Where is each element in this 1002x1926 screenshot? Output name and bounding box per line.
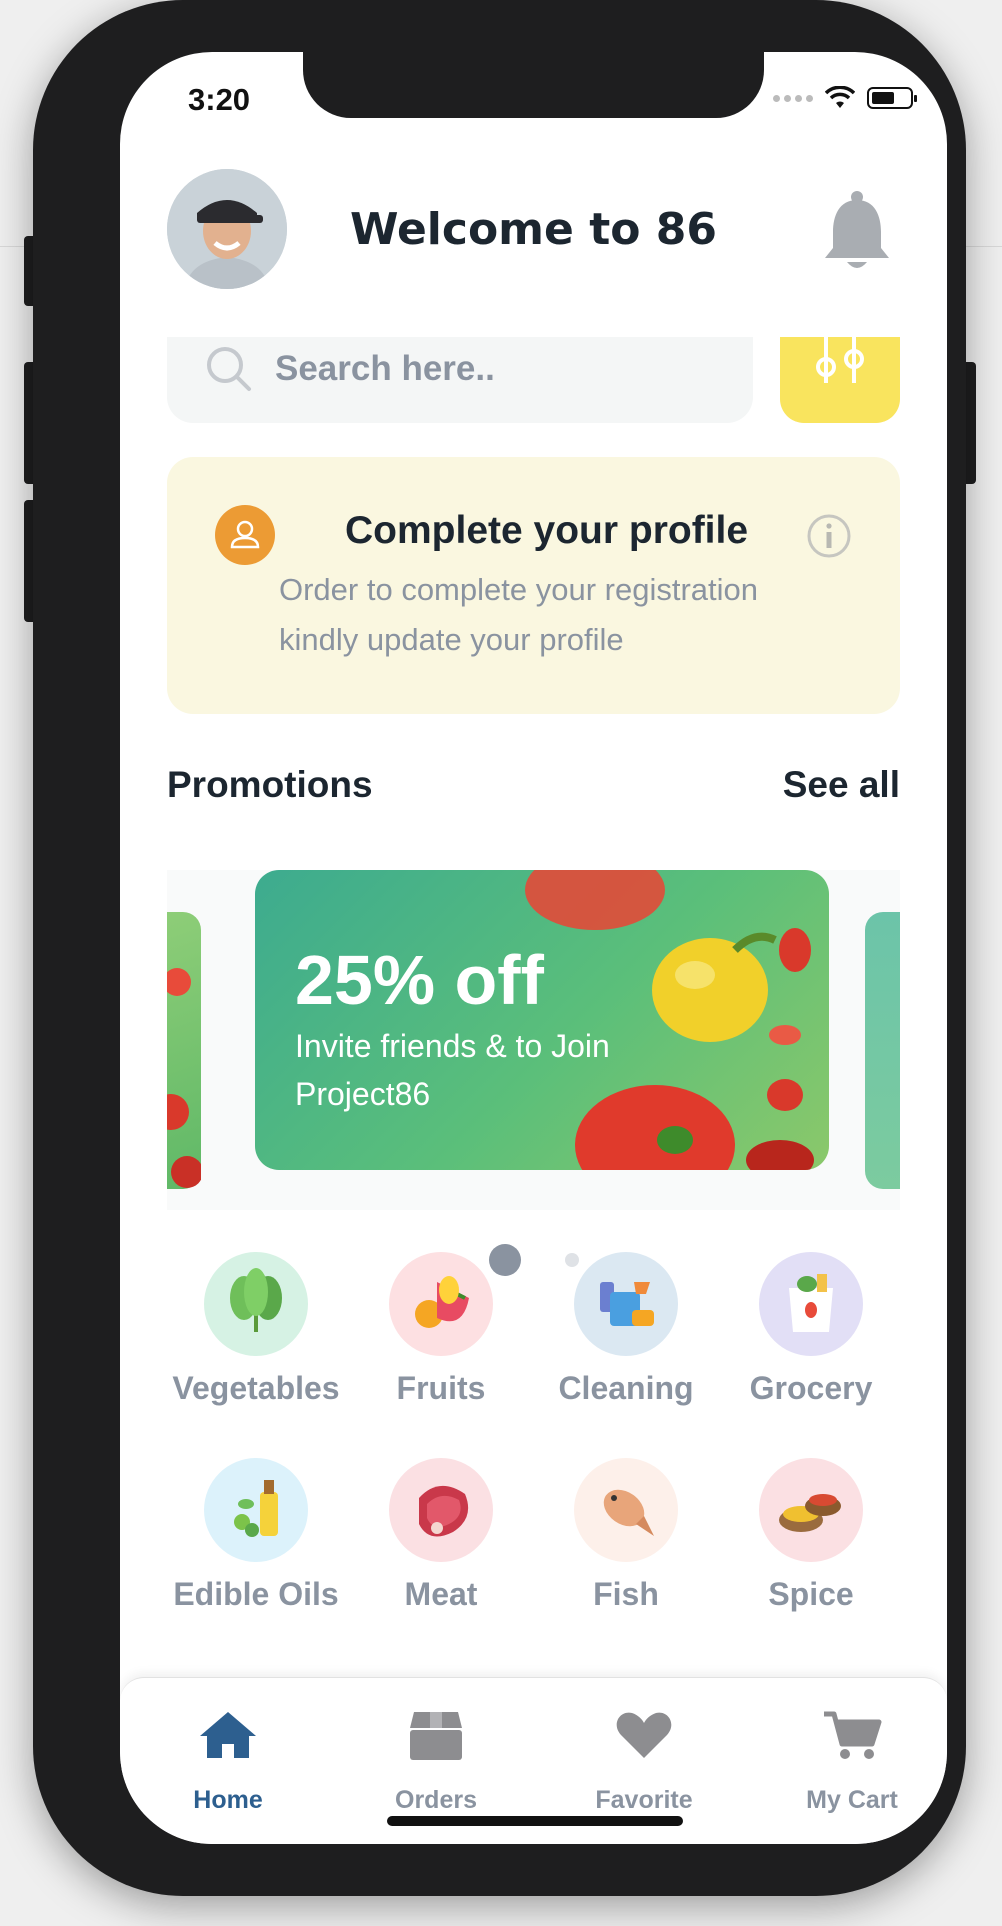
profile-card-description: Order to complete your registration kind… (279, 572, 758, 657)
category-meat[interactable]: Meat (349, 1458, 533, 1613)
category-spice[interactable]: Spice (719, 1458, 903, 1613)
bell-icon[interactable] (819, 190, 895, 274)
category-vegetables[interactable]: Vegetables (164, 1252, 348, 1407)
category-label: Fruits (396, 1370, 486, 1406)
see-all-link[interactable]: See all (783, 764, 900, 806)
tab-home-label: Home (193, 1786, 263, 1814)
cleaning-icon (574, 1252, 678, 1356)
category-label: Edible Oils (173, 1576, 339, 1612)
tab-favorite-label: Favorite (595, 1786, 693, 1814)
profile-user-icon (215, 505, 275, 565)
home-indicator (387, 1816, 683, 1826)
promotions-title: Promotions (167, 764, 373, 805)
filter-button[interactable] (780, 337, 900, 423)
box-icon (410, 1712, 462, 1760)
signal-icon (773, 94, 813, 102)
edible-oils-icon (204, 1458, 308, 1562)
category-fruits[interactable]: Fruits (349, 1252, 533, 1407)
promo-headline: 25% off (295, 941, 544, 1019)
promotions-carousel[interactable]: 25% off Invite friends & to Join Project… (167, 870, 900, 1210)
info-icon[interactable] (806, 513, 852, 559)
search-icon (207, 347, 251, 391)
category-label: Meat (404, 1576, 478, 1612)
grocery-icon (759, 1252, 863, 1356)
profile-card-title: Complete your profile (345, 509, 749, 552)
category-label: Grocery (749, 1370, 873, 1406)
category-grocery[interactable]: Grocery (719, 1252, 903, 1407)
fish-icon (574, 1458, 678, 1562)
notch (303, 52, 764, 118)
category-label: Cleaning (558, 1370, 694, 1406)
fruits-icon (389, 1252, 493, 1356)
search-placeholder: Search here.. (275, 349, 495, 388)
category-fish[interactable]: Fish (534, 1458, 718, 1613)
search-input[interactable]: Search here.. (167, 337, 753, 423)
home-icon (200, 1712, 256, 1758)
spice-icon (759, 1458, 863, 1562)
category-label: Spice (768, 1576, 854, 1612)
promo-slide[interactable]: 25% off Invite friends & to Join Project… (255, 870, 829, 1170)
cart-icon (824, 1711, 882, 1759)
category-edible-oils[interactable]: Edible Oils (164, 1458, 348, 1613)
filter-sliders-icon (816, 337, 864, 383)
wifi-icon (825, 86, 855, 108)
complete-profile-card[interactable]: Complete your profile Order to complete … (167, 457, 900, 714)
app-screen: 3:20 Welcome to 86 Search here.. Complet… (120, 52, 947, 1844)
category-label: Fish (593, 1576, 659, 1612)
heart-icon (616, 1712, 672, 1758)
tab-my-cart-label: My Cart (806, 1786, 898, 1814)
promo-slide-next[interactable] (865, 912, 900, 1189)
status-indicators (773, 86, 917, 110)
bell-peppers-image (525, 870, 814, 1170)
category-cleaning[interactable]: Cleaning (534, 1252, 718, 1407)
promo-slide-prev[interactable] (167, 912, 203, 1189)
status-time: 3:20 (188, 82, 251, 117)
category-label: Vegetables (172, 1370, 340, 1406)
battery-icon (867, 87, 917, 109)
vegetables-icon (204, 1252, 308, 1356)
meat-icon (389, 1458, 493, 1562)
promo-subtitle: Invite friends & to Join Project86 (295, 1028, 610, 1112)
phone-frame: 3:20 Welcome to 86 Search here.. Complet… (33, 0, 966, 1896)
tab-orders-label: Orders (395, 1786, 477, 1814)
